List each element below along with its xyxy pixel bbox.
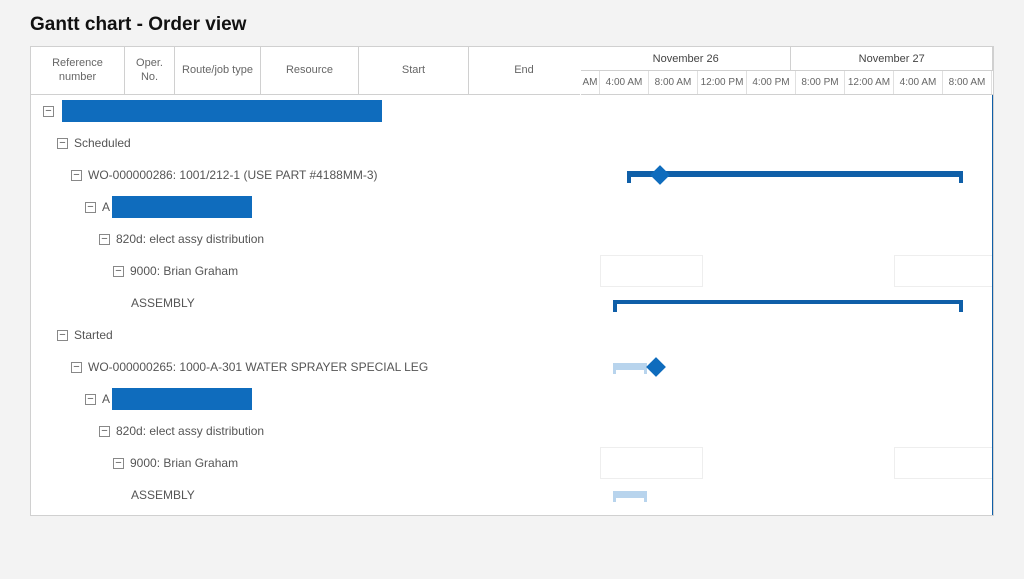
capacity-block: [600, 255, 703, 287]
tree-label: Started: [74, 328, 113, 342]
timeline-row: [581, 159, 993, 191]
tree-row-resource[interactable]: − 9000: Brian Graham: [31, 255, 580, 287]
hour-cell: 12:00 PM: [992, 71, 993, 94]
timeline-row: [581, 479, 993, 511]
gantt-task-bar[interactable]: [613, 300, 963, 304]
redacted-block: [62, 100, 382, 122]
hour-cell: 8:00 AM: [943, 71, 992, 94]
day-cell: November 26: [581, 47, 791, 70]
col-header-reference[interactable]: Reference number: [31, 47, 125, 94]
col-header-routejob[interactable]: Route/job type: [175, 47, 261, 94]
tree-label: 9000: Brian Graham: [130, 456, 238, 470]
hour-cell: 12:00 PM: [698, 71, 747, 94]
tree-label: A: [102, 392, 110, 406]
tree-row-operation[interactable]: − 820d: elect assy distribution: [31, 415, 580, 447]
redacted-block: [112, 196, 252, 218]
gantt-summary-bar[interactable]: [613, 363, 647, 370]
gantt-columns-header: Reference number Oper. No. Route/job typ…: [31, 47, 580, 95]
tree-row-redacted[interactable]: − A: [31, 191, 580, 223]
timeline-row: [581, 255, 993, 287]
milestone-icon[interactable]: [646, 357, 666, 377]
tree-label: 820d: elect assy distribution: [116, 232, 264, 246]
tree-label: 820d: elect assy distribution: [116, 424, 264, 438]
tree-label: 9000: Brian Graham: [130, 264, 238, 278]
collapse-icon[interactable]: −: [57, 330, 68, 341]
hour-cell: 8:00 PM: [796, 71, 845, 94]
timeline-row: [581, 415, 993, 447]
timeline-row: [581, 447, 993, 479]
timeline-row: [581, 351, 993, 383]
collapse-icon[interactable]: −: [71, 362, 82, 373]
timeline-row: [581, 95, 993, 127]
col-header-end[interactable]: End: [469, 47, 579, 94]
timeline-row: [581, 191, 993, 223]
tree-row-job[interactable]: ASSEMBLY: [31, 287, 580, 319]
tree-label: ASSEMBLY: [131, 488, 195, 502]
hour-cell: 4:00 AM: [600, 71, 649, 94]
tree-label: Scheduled: [74, 136, 131, 150]
milestone-icon[interactable]: [650, 165, 670, 185]
gantt-left-panel: Reference number Oper. No. Route/job typ…: [31, 47, 581, 515]
hour-cell: 4:00 AM: [894, 71, 943, 94]
tree-row-scheduled[interactable]: − Scheduled: [31, 127, 580, 159]
capacity-block: [894, 447, 993, 479]
timeline-row: [581, 287, 993, 319]
collapse-icon[interactable]: −: [99, 234, 110, 245]
redacted-block: [112, 388, 252, 410]
tree-row-started[interactable]: − Started: [31, 319, 580, 351]
hour-cell: 12:00 AM: [845, 71, 894, 94]
tree-row-root[interactable]: −: [31, 95, 580, 127]
timeline-row: [581, 319, 993, 351]
time-header: November 26 November 27 AM 4:00 AM 8:00 …: [581, 47, 993, 95]
tree-row-work-order[interactable]: − WO-000000265: 1000-A-301 WATER SPRAYER…: [31, 351, 580, 383]
collapse-icon[interactable]: −: [113, 458, 124, 469]
tree-row-resource[interactable]: − 9000: Brian Graham: [31, 447, 580, 479]
hour-header-row: AM 4:00 AM 8:00 AM 12:00 PM 4:00 PM 8:00…: [581, 71, 993, 95]
tree-row-job[interactable]: ASSEMBLY: [31, 479, 580, 511]
tree-label: A: [102, 200, 110, 214]
col-header-resource[interactable]: Resource: [261, 47, 359, 94]
capacity-block: [600, 447, 703, 479]
day-cell: November 27: [791, 47, 993, 70]
col-header-oper[interactable]: Oper. No.: [125, 47, 175, 94]
tree-label: ASSEMBLY: [131, 296, 195, 310]
tree-row-operation[interactable]: − 820d: elect assy distribution: [31, 223, 580, 255]
gantt-timeline[interactable]: November 26 November 27 AM 4:00 AM 8:00 …: [581, 47, 993, 515]
tree-label: WO-000000265: 1000-A-301 WATER SPRAYER S…: [88, 360, 428, 374]
hour-cell: 8:00 AM: [649, 71, 698, 94]
hour-cell: AM: [581, 71, 600, 94]
page-title: Gantt chart - Order view: [0, 0, 1024, 46]
tree-label: WO-000000286: 1001/212-1 (USE PART #4188…: [88, 168, 378, 182]
collapse-icon[interactable]: −: [57, 138, 68, 149]
gantt-task-bar[interactable]: [613, 491, 647, 498]
collapse-icon[interactable]: −: [43, 106, 54, 117]
collapse-icon[interactable]: −: [99, 426, 110, 437]
col-header-start[interactable]: Start: [359, 47, 469, 94]
timeline-row: [581, 383, 993, 415]
gantt-left-rows: − − Scheduled − WO-000000286: 1001/212-1…: [31, 95, 580, 511]
collapse-icon[interactable]: −: [85, 202, 96, 213]
capacity-block: [894, 255, 993, 287]
collapse-icon[interactable]: −: [71, 170, 82, 181]
tree-row-work-order[interactable]: − WO-000000286: 1001/212-1 (USE PART #41…: [31, 159, 580, 191]
tree-row-redacted[interactable]: − A: [31, 383, 580, 415]
gantt-chart: Reference number Oper. No. Route/job typ…: [30, 46, 994, 516]
gantt-summary-bar[interactable]: [627, 171, 963, 177]
collapse-icon[interactable]: −: [113, 266, 124, 277]
timeline-row: [581, 223, 993, 255]
timeline-body[interactable]: [581, 95, 993, 511]
timeline-edge-indicator: [992, 95, 993, 515]
collapse-icon[interactable]: −: [85, 394, 96, 405]
hour-cell: 4:00 PM: [747, 71, 796, 94]
day-header-row: November 26 November 27: [581, 47, 993, 71]
timeline-row: [581, 127, 993, 159]
